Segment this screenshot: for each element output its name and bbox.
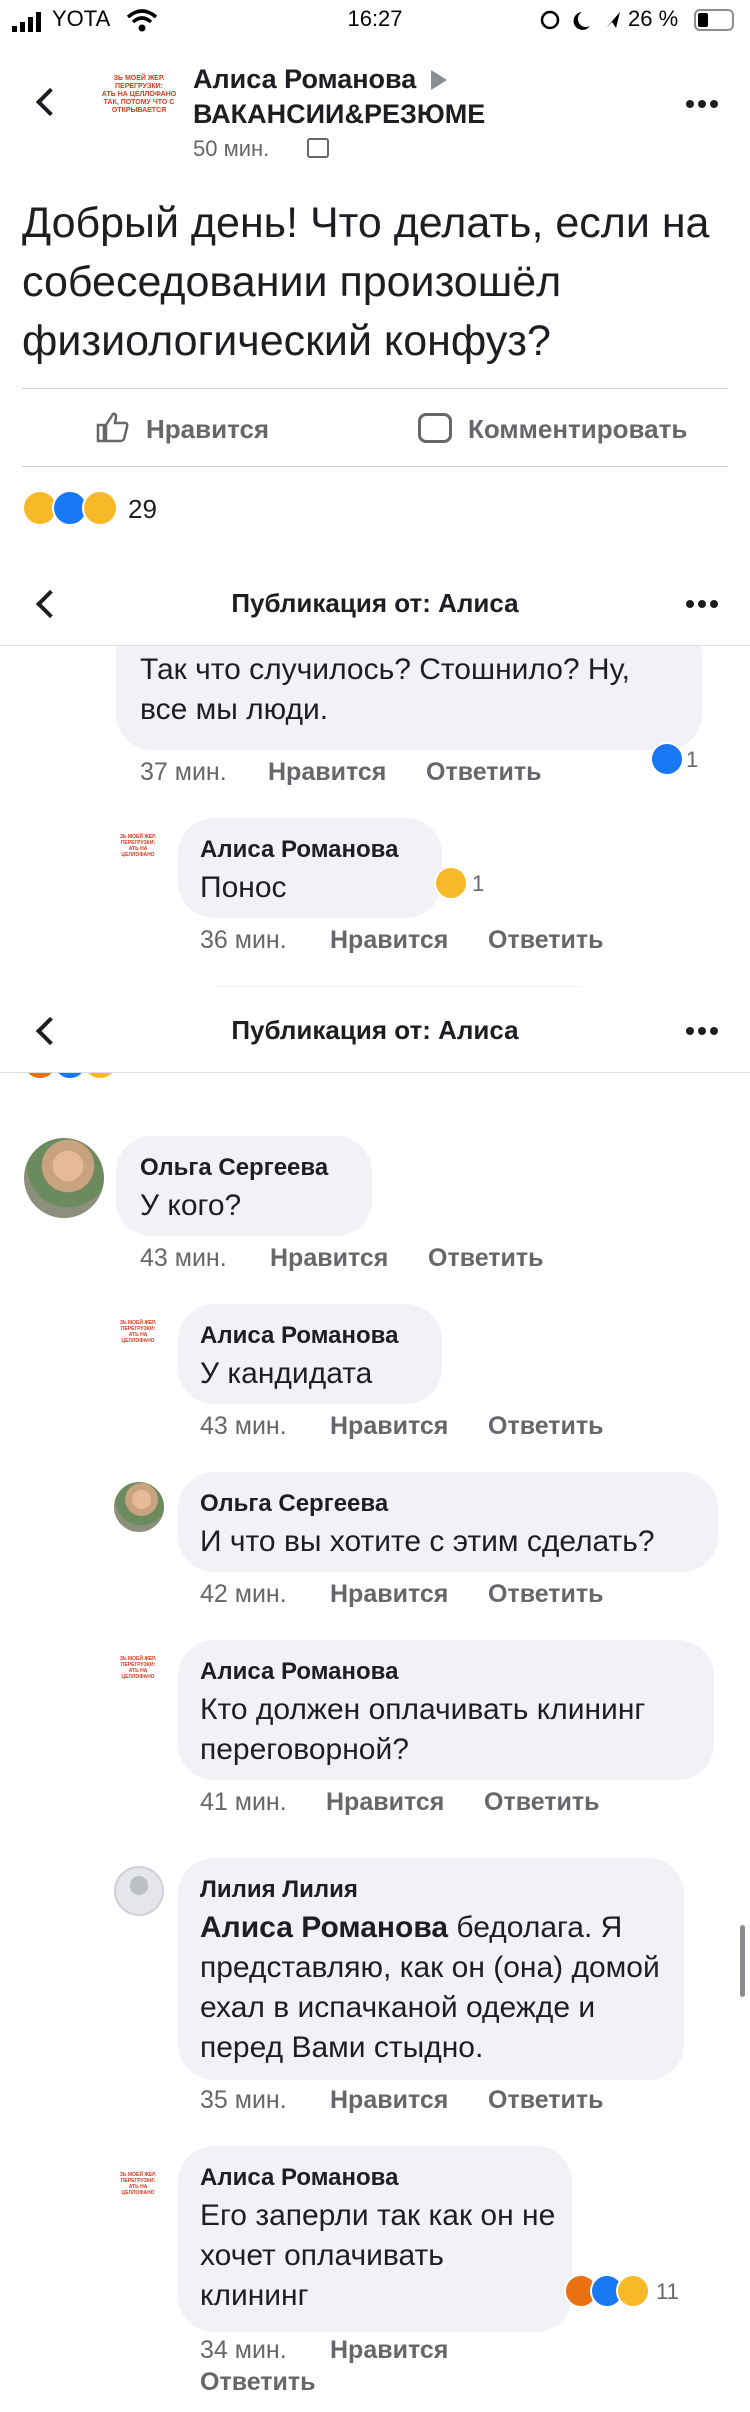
comment-like-button[interactable]: Нравится xyxy=(330,2336,448,2365)
group-privacy-icon xyxy=(307,138,329,158)
comment-reply-button[interactable]: Ответить xyxy=(488,926,604,955)
scrollbar[interactable] xyxy=(740,1925,745,1997)
status-bar: YOTA 16:27 26 % xyxy=(0,0,750,44)
comment-reactions[interactable]: 11 xyxy=(564,2274,694,2308)
status-icons xyxy=(540,10,620,30)
comment-like-button[interactable]: Нравится xyxy=(330,1580,448,1609)
comment-time: 43 мин. xyxy=(140,1244,227,1272)
post-text: Добрый день! Что делать, если на собесед… xyxy=(22,199,710,365)
comment-like-button[interactable]: Нравится xyxy=(268,758,386,787)
post-time[interactable]: 50 мин. xyxy=(193,136,269,162)
comment-reactions[interactable]: 1 xyxy=(434,866,490,900)
battery-percent: 26 % xyxy=(628,6,679,31)
comment-text: И что вы хотите с этим сделать? xyxy=(200,1525,655,1558)
comment-bubble[interactable]: Ольга Сергеева У кого? xyxy=(116,1136,372,1236)
divider xyxy=(22,466,728,467)
like-reaction-icon xyxy=(650,742,684,776)
avatar[interactable]: ЗЬ МОЕЙ ЖЕР. ПЕРЕГРУЗКИ: АТЬ НА ЦЕЛЛОФАНО xyxy=(112,826,164,878)
group-logo[interactable]: ЗЬ МОЕЙ ЖЕР. ПЕРЕГРУЗКИ: АТЬ НА ЦЕЛЛОФАН… xyxy=(100,63,178,141)
comment-like-button[interactable]: Нравится xyxy=(330,926,448,955)
comment-bubble[interactable]: Алиса Романова Его заперли так как он не… xyxy=(178,2146,572,2332)
avatar[interactable]: ЗЬ МОЕЙ ЖЕР. ПЕРЕГРУЗКИ: АТЬ НА ЦЕЛЛОФАНО xyxy=(112,1312,164,1364)
comment-text: Понос xyxy=(200,871,287,904)
comment-like-button[interactable]: Нравится xyxy=(326,1788,444,1817)
back-chevron-icon[interactable] xyxy=(35,87,65,117)
comment-time: 35 мин. xyxy=(200,2086,287,2114)
group-name[interactable]: ВАКАНСИИ&РЕЗЮМЕ xyxy=(193,99,485,130)
navbar-title: Публикация от: Алиса xyxy=(231,588,519,618)
comment-bubble[interactable]: Ольга Сергеева И что вы хотите с этим сд… xyxy=(178,1472,718,1572)
comment-author[interactable]: Алиса Романова xyxy=(200,2164,398,2192)
post-navbar: Публикация от: Алиса xyxy=(0,987,750,1073)
comment-reply-button[interactable]: Ответить xyxy=(488,1580,604,1609)
wow-reaction-icon xyxy=(82,490,118,526)
comment-button[interactable]: Комментировать xyxy=(468,414,687,445)
comment-author[interactable]: Алиса Романова xyxy=(200,1658,398,1686)
comment-time: 43 мин. xyxy=(200,1412,287,1440)
comment-text: Его заперли так как он не хочет оплачива… xyxy=(200,2199,556,2312)
comment-time: 34 мин. xyxy=(200,2336,287,2364)
comment-like-button[interactable]: Нравится xyxy=(270,1244,388,1273)
comment-time: 41 мин. xyxy=(200,1788,287,1816)
like-thumb-icon[interactable] xyxy=(96,411,130,443)
comment-reply-button[interactable]: Ответить xyxy=(484,1788,600,1817)
comment-reactions[interactable]: 1 xyxy=(650,742,706,776)
comment-reply-button[interactable]: Ответить xyxy=(488,2086,604,2115)
comment-reply-button[interactable]: Ответить xyxy=(200,2368,316,2397)
battery-icon xyxy=(694,9,734,31)
comment-reply-button[interactable]: Ответить xyxy=(428,1244,544,1273)
comment-bubble[interactable]: Лилия Лилия Алиса Романова бедолага. Я п… xyxy=(178,1858,684,2080)
post-author-name[interactable]: Алиса Романова xyxy=(193,64,416,95)
reactions-count[interactable]: 29 xyxy=(128,494,157,525)
comment-text: У кого? xyxy=(140,1189,242,1222)
comment-bubble-icon[interactable] xyxy=(418,413,452,443)
comment-bubble[interactable]: Алиса Романова Понос xyxy=(178,818,442,918)
comment-like-button[interactable]: Нравится xyxy=(330,2086,448,2115)
avatar[interactable]: ЗЬ МОЕЙ ЖЕР. ПЕРЕГРУЗКИ: АТЬ НА ЦЕЛЛОФАНО xyxy=(112,1648,164,1700)
comment-time: 42 мин. xyxy=(200,1580,287,1608)
sad-reaction-icon xyxy=(434,866,468,900)
wow-reaction-icon xyxy=(616,2274,650,2308)
avatar[interactable] xyxy=(114,1482,164,1532)
comment-text: Кто должен оплачивать клининг переговорн… xyxy=(200,1693,646,1766)
post-navbar: Публикация от: Алиса xyxy=(0,560,750,646)
comment-text: Так что случилось? Стошнило? Ну, все мы … xyxy=(140,653,630,726)
avatar[interactable] xyxy=(24,1138,104,1218)
avatar[interactable] xyxy=(114,1866,164,1916)
comment-time: 36 мин. xyxy=(200,926,287,954)
comment-author[interactable]: Лилия Лилия xyxy=(200,1876,358,1904)
divider xyxy=(22,388,728,389)
comment-text: У кандидата xyxy=(200,1357,373,1390)
comment-author[interactable]: Ольга Сергеева xyxy=(140,1154,328,1182)
comment-reply-button[interactable]: Ответить xyxy=(488,1412,604,1441)
more-options-icon[interactable] xyxy=(686,100,718,110)
comment-bubble[interactable]: Алиса Романова Кто должен оплачивать кли… xyxy=(178,1640,714,1780)
navbar-title: Публикация от: Алиса xyxy=(231,1015,519,1045)
comment-bubble[interactable]: Алиса Романова У кандидата xyxy=(178,1304,442,1404)
like-button[interactable]: Нравится xyxy=(146,414,269,445)
comment-time: 37 мин. xyxy=(140,758,227,786)
comment-like-button[interactable]: Нравится xyxy=(330,1412,448,1441)
comment-author[interactable]: Ольга Сергеева xyxy=(200,1490,388,1518)
comment-author[interactable]: Алиса Романова xyxy=(200,836,398,864)
play-arrow-icon xyxy=(431,70,447,90)
more-options-icon[interactable] xyxy=(686,600,718,610)
more-options-icon[interactable] xyxy=(686,1027,718,1037)
reactions-summary[interactable] xyxy=(22,490,122,530)
comment-reply-button[interactable]: Ответить xyxy=(426,758,542,787)
comment-author[interactable]: Алиса Романова xyxy=(200,1322,398,1350)
mention-link[interactable]: Алиса Романова xyxy=(200,1911,448,1944)
avatar[interactable]: ЗЬ МОЕЙ ЖЕР. ПЕРЕГРУЗКИ: АТЬ НА ЦЕЛЛОФАНО xyxy=(112,2164,164,2216)
comment-text: Алиса Романова бедолага. Я представляю, … xyxy=(200,1911,660,2064)
